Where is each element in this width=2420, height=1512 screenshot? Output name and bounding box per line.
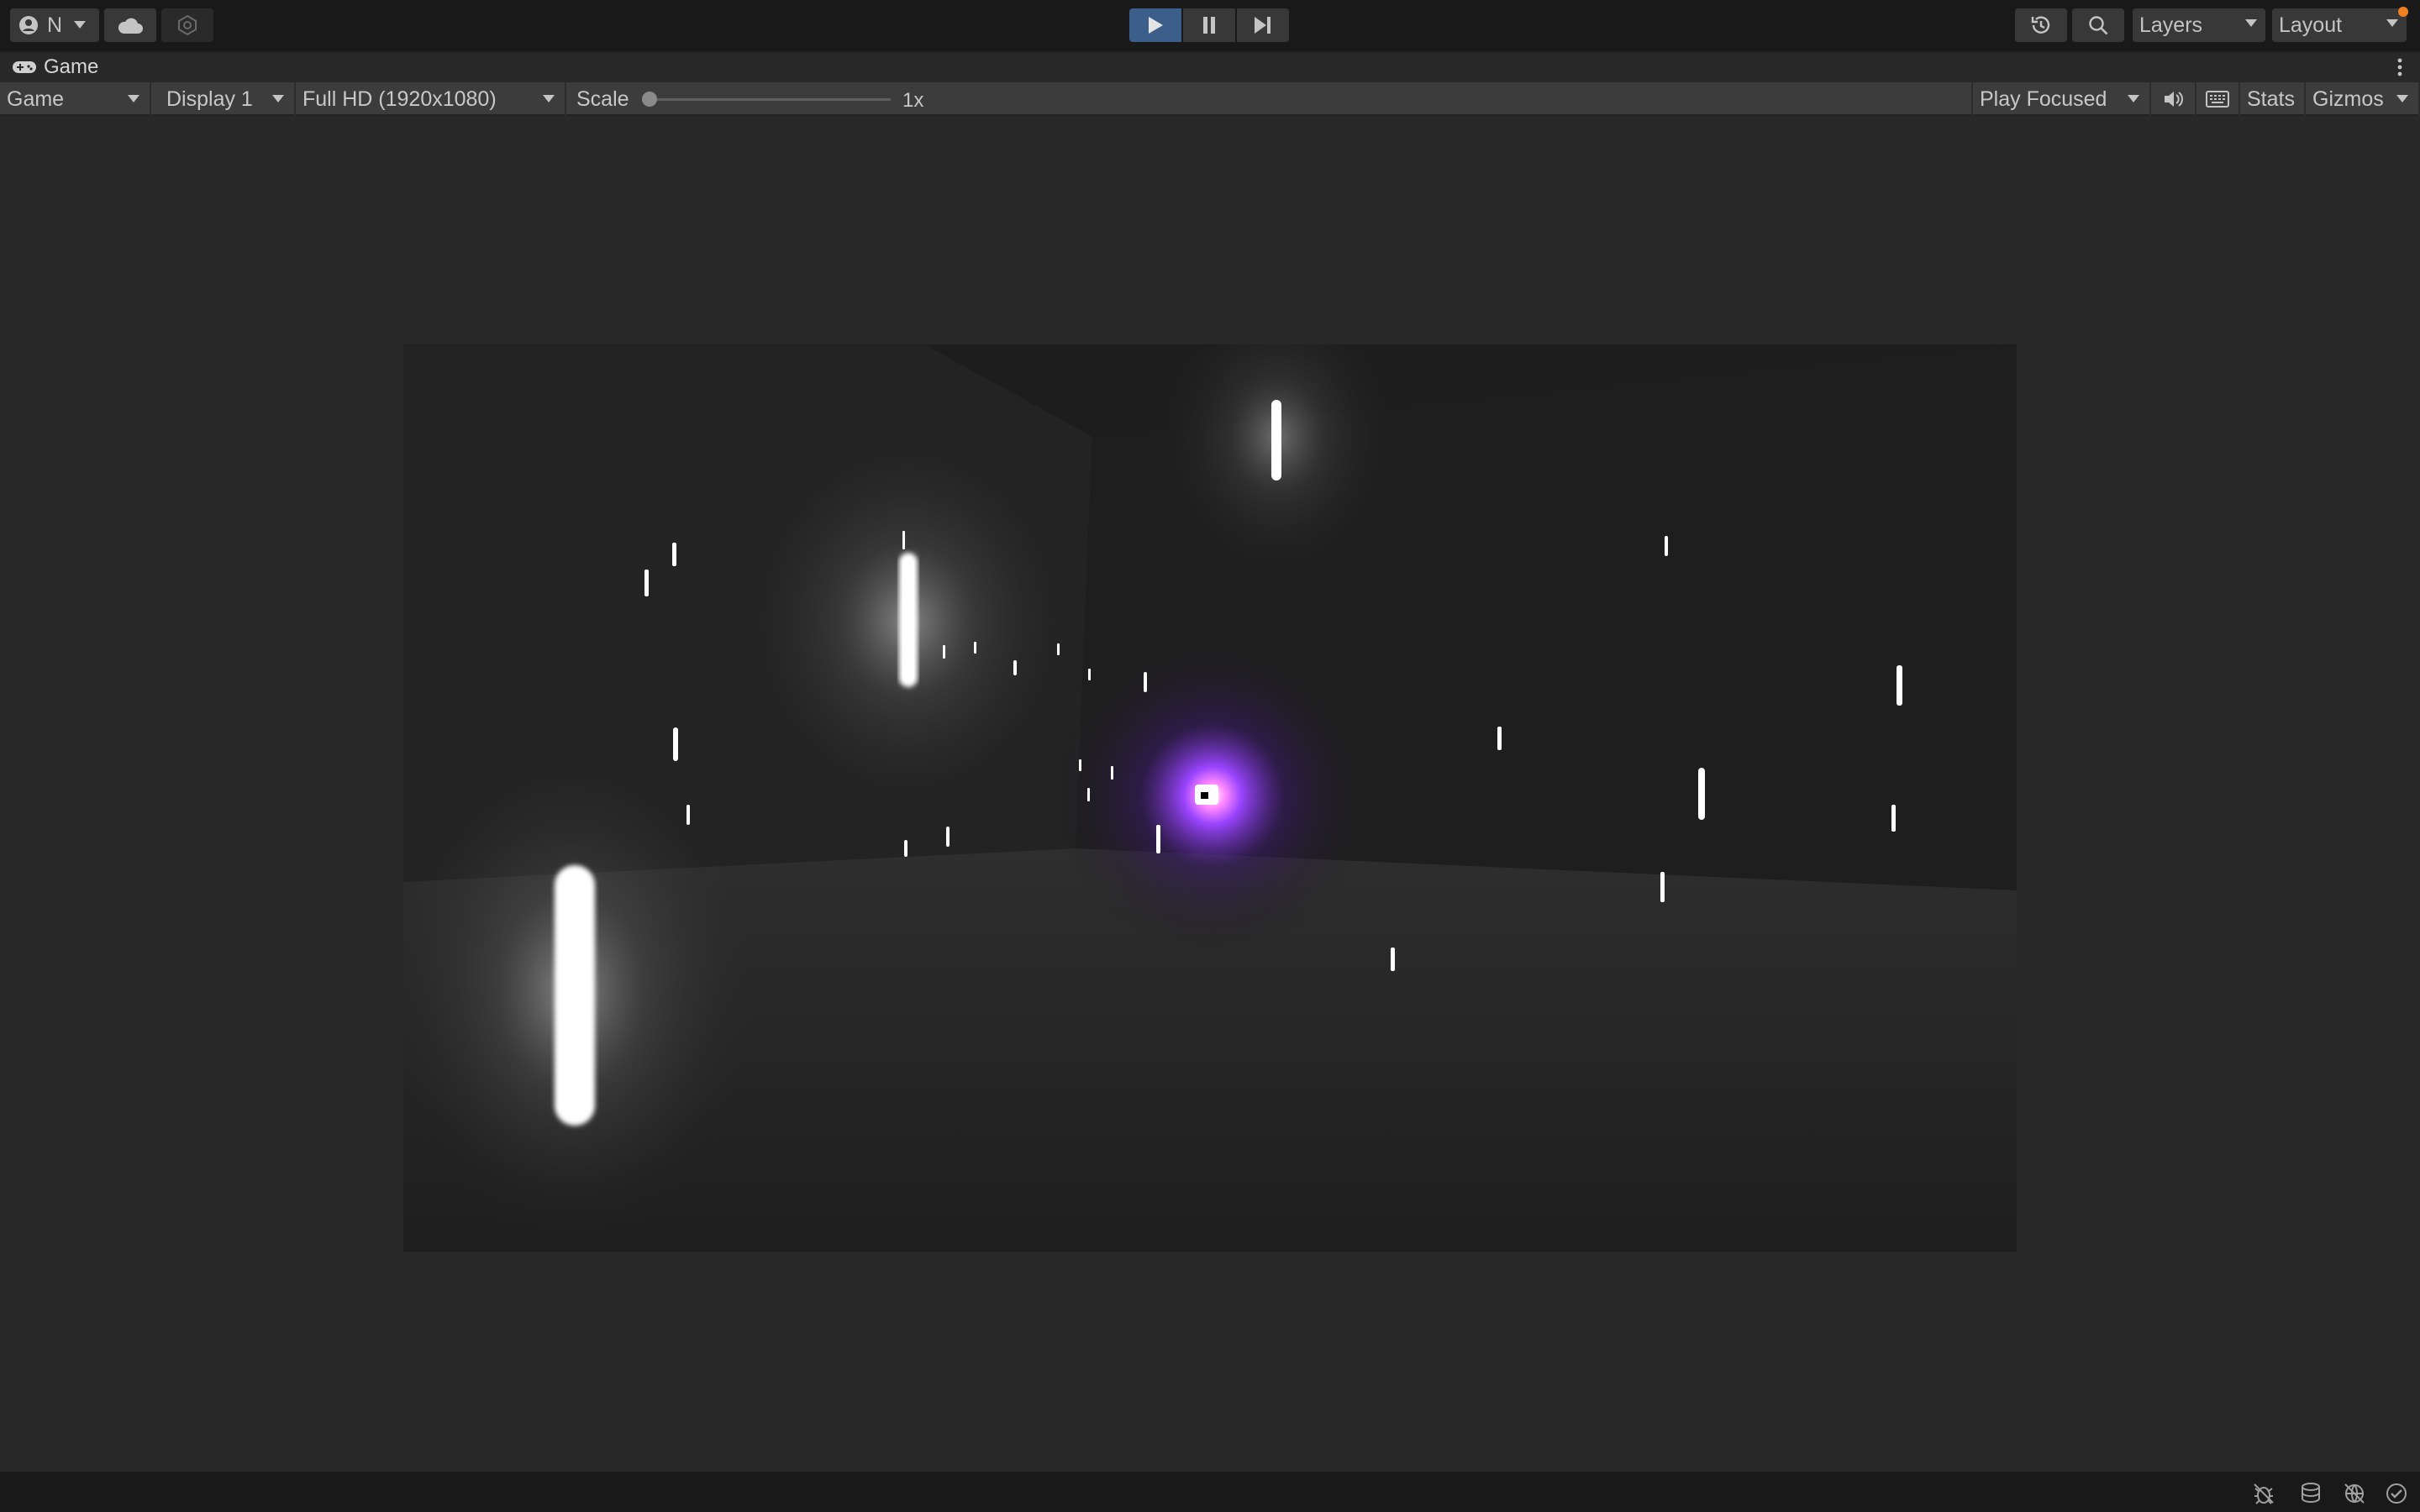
account-button[interactable]: N <box>10 8 99 42</box>
tab-title: Game <box>44 55 99 78</box>
step-icon <box>1255 17 1270 34</box>
resolution-label: Full HD (1920x1080) <box>302 87 497 111</box>
mute-audio-button[interactable] <box>2153 82 2196 116</box>
pause-icon <box>1203 17 1215 34</box>
chevron-down-icon <box>128 95 139 102</box>
resolution-dropdown[interactable]: Full HD (1920x1080) <box>296 82 566 116</box>
view-mode-dropdown[interactable]: Game <box>0 82 151 116</box>
play-icon <box>1149 17 1163 34</box>
game-view-toolbar: Game Display 1 Full HD (1920x1080) Scale… <box>0 82 2420 116</box>
tab-bar: Game <box>0 50 2420 82</box>
layout-dropdown[interactable]: Layout <box>2272 8 2407 42</box>
main-toolbar: N Layers Layout <box>0 0 2420 50</box>
pause-button[interactable] <box>1183 8 1235 42</box>
game-render-view[interactable] <box>403 344 2017 1252</box>
gizmos-label: Gizmos <box>2312 87 2384 111</box>
check-icon[interactable] <box>2385 1482 2408 1505</box>
keyboard-icon <box>2206 91 2229 108</box>
debug-icon[interactable] <box>2252 1482 2275 1505</box>
chevron-down-icon <box>2128 95 2139 102</box>
step-button[interactable] <box>1237 8 1289 42</box>
status-bar <box>0 1472 2420 1512</box>
account-icon <box>19 16 38 34</box>
view-mode-label: Game <box>7 87 65 111</box>
cloud-icon <box>118 18 143 34</box>
chevron-down-icon <box>74 21 87 29</box>
display-label: Display 1 <box>166 87 253 111</box>
search-button[interactable] <box>2072 8 2124 42</box>
gizmos-toggle[interactable]: Gizmos <box>2306 82 2420 116</box>
scale-label: Scale <box>576 87 629 111</box>
display-dropdown[interactable]: Display 1 <box>160 82 296 116</box>
layout-label: Layout <box>2279 13 2343 37</box>
keyboard-shortcuts-button[interactable] <box>2196 82 2240 116</box>
play-mode-label: Play Focused <box>1980 87 2107 111</box>
search-icon <box>2089 16 2108 35</box>
stats-label: Stats <box>2247 87 2295 111</box>
collab-icon <box>178 14 197 36</box>
playback-controls <box>1129 8 1289 42</box>
gamepad-icon <box>13 61 36 73</box>
scale-control: Scale 1x <box>566 82 923 116</box>
cache-server-icon[interactable] <box>2299 1482 2323 1505</box>
play-mode-dropdown[interactable]: Play Focused <box>1971 82 2151 116</box>
cloud-button[interactable] <box>104 8 156 42</box>
stats-toggle[interactable]: Stats <box>2240 82 2306 116</box>
more-options-icon[interactable] <box>2396 57 2403 77</box>
speaker-icon <box>2165 92 2183 107</box>
network-icon[interactable] <box>2343 1482 2366 1505</box>
chevron-down-icon <box>272 95 284 102</box>
scale-slider-track[interactable] <box>647 98 891 101</box>
layers-label: Layers <box>2139 13 2203 37</box>
chevron-down-icon <box>543 95 555 102</box>
play-button[interactable] <box>1129 8 1181 42</box>
chevron-down-icon <box>2245 19 2257 27</box>
collab-button[interactable] <box>161 8 213 42</box>
scale-value: 1x <box>902 89 924 112</box>
tab-game[interactable]: Game <box>0 52 110 82</box>
history-icon <box>2031 16 2050 34</box>
game-scene <box>403 344 2017 1252</box>
notification-dot <box>2398 7 2408 17</box>
history-button[interactable] <box>2015 8 2067 42</box>
account-label: N <box>47 13 63 37</box>
scale-slider-thumb[interactable] <box>642 92 657 107</box>
chevron-down-icon <box>2396 95 2408 102</box>
chevron-down-icon <box>2386 19 2398 27</box>
layers-dropdown[interactable]: Layers <box>2133 8 2265 42</box>
